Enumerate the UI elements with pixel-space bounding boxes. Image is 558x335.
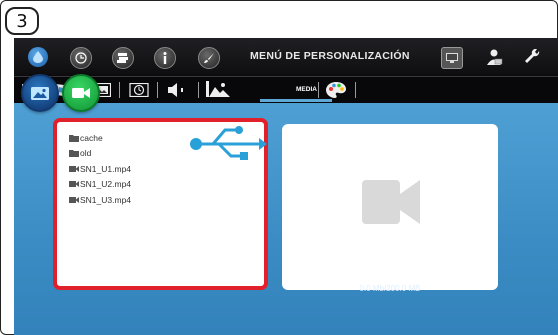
step-marker: 3	[5, 7, 39, 35]
file-name: SN1_U1.mp4	[80, 163, 132, 174]
folder-icon	[69, 149, 79, 158]
video-file-icon	[69, 165, 79, 173]
info-icon[interactable]	[154, 47, 176, 69]
storage-usage: 0.0 Mb/200.0 MB	[359, 284, 421, 293]
image-source-button[interactable]	[21, 74, 59, 112]
file-item[interactable]: old	[69, 146, 131, 162]
timer-icon[interactable]	[128, 81, 150, 99]
toolbar-divider	[119, 82, 120, 98]
media-icon[interactable]	[202, 81, 232, 99]
file-name: SN1_U2.mp4	[80, 179, 132, 190]
file-name: cache	[80, 132, 103, 143]
video-file-icon	[69, 196, 79, 204]
brush-icon[interactable]	[198, 47, 220, 69]
file-item[interactable]: SN1_U2.mp4	[69, 177, 131, 193]
usb-file-list-panel[interactable]: cache old SN1_U1.mp4 SN1_U2.mp4 SN1_U3.m…	[53, 118, 268, 290]
file-name: SN1_U3.mp4	[80, 194, 132, 205]
file-name: old	[80, 148, 92, 159]
file-list: cache old SN1_U1.mp4 SN1_U2.mp4 SN1_U3.m…	[69, 130, 131, 208]
clock-icon[interactable]	[70, 47, 92, 69]
video-source-button[interactable]	[62, 74, 100, 112]
file-item[interactable]: SN1_U3.mp4	[69, 192, 131, 208]
top-menu-bar: MENÚ DE PERSONALIZACIÓN	[14, 38, 558, 75]
video-source-icon	[72, 88, 90, 98]
video-preview-panel	[282, 124, 498, 290]
wrench-icon[interactable]	[522, 47, 542, 67]
active-tab-indicator	[260, 99, 332, 102]
water-drop-icon[interactable]	[28, 47, 48, 67]
stack-icon[interactable]	[112, 47, 134, 69]
image-source-icon	[31, 86, 49, 100]
toolbar-divider	[198, 82, 199, 98]
toolbar-divider	[355, 82, 356, 98]
toolbar-divider	[318, 82, 319, 98]
folder-icon	[69, 134, 79, 142]
speaker-icon[interactable]	[166, 81, 190, 99]
video-file-icon	[69, 180, 79, 188]
menu-title: MENÚ DE PERSONALIZACIÓN	[250, 50, 410, 62]
screen-icon[interactable]	[441, 47, 463, 69]
toolbar-divider	[157, 82, 158, 98]
palette-icon[interactable]	[324, 81, 348, 99]
video-camera-icon	[362, 180, 420, 224]
person-icon[interactable]	[484, 47, 504, 67]
media-tab-label[interactable]: MEDIA	[296, 86, 317, 93]
usb-icon	[190, 126, 267, 160]
file-item[interactable]: cache	[69, 130, 131, 146]
file-item[interactable]: SN1_U1.mp4	[69, 161, 131, 177]
